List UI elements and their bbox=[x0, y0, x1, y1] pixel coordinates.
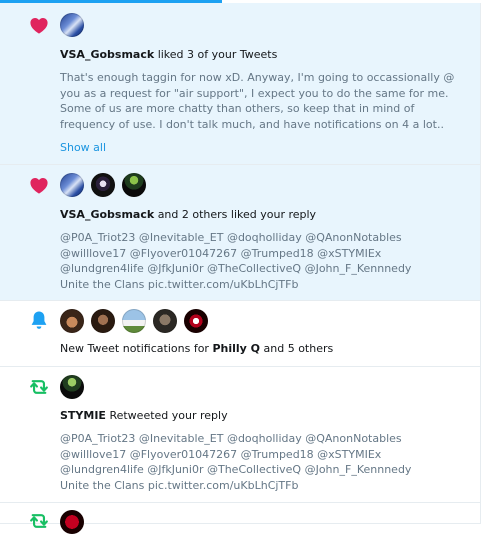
notification-action: Retweeted your reply bbox=[109, 409, 228, 422]
notification-item[interactable]: New Tweet notifications for Philly Q and… bbox=[0, 301, 480, 367]
notifications-feed: VSA_Gobsmack liked 3 of your Tweets That… bbox=[0, 3, 481, 534]
tweet-text: @P0A_Triot23 @Inevitable_ET @doqholliday… bbox=[60, 230, 468, 292]
tweet-link-text[interactable]: Unite the Clans pic.twitter.com/uKbLhCjT… bbox=[60, 277, 468, 293]
bell-icon bbox=[28, 309, 50, 331]
user-name-link[interactable]: Philly Q bbox=[212, 342, 260, 355]
user-name-link[interactable]: STYMIE bbox=[60, 409, 106, 422]
show-all-link[interactable]: Show all bbox=[60, 141, 106, 154]
mentions-text: @P0A_Triot23 @Inevitable_ET @doqholliday… bbox=[60, 432, 412, 476]
avatar[interactable] bbox=[60, 173, 84, 197]
notification-headline: New Tweet notifications for Philly Q and… bbox=[60, 342, 333, 355]
notification-item[interactable]: VSA_Gobsmack and 2 others liked your rep… bbox=[0, 165, 480, 301]
avatar[interactable] bbox=[153, 309, 177, 333]
avatar[interactable] bbox=[91, 173, 115, 197]
avatar[interactable] bbox=[60, 13, 84, 37]
avatar[interactable] bbox=[60, 510, 84, 534]
avatar[interactable] bbox=[91, 309, 115, 333]
notification-action: and 2 others liked your reply bbox=[157, 208, 317, 221]
tweet-text: That's enough taggin for now xD. Anyway,… bbox=[60, 71, 455, 131]
avatar[interactable] bbox=[122, 309, 146, 333]
retweet-icon bbox=[28, 376, 50, 398]
mentions-text: @P0A_Triot23 @Inevitable_ET @doqholliday… bbox=[60, 231, 412, 275]
notification-item[interactable]: STYMIE Retweeted your reply @P0A_Triot23… bbox=[0, 367, 480, 503]
heart-icon bbox=[28, 14, 50, 36]
notification-headline: VSA_Gobsmack and 2 others liked your rep… bbox=[60, 208, 316, 221]
user-name-link[interactable]: VSA_Gobsmack bbox=[60, 48, 154, 61]
retweet-icon bbox=[28, 510, 50, 532]
user-name-link[interactable]: VSA_Gobsmack bbox=[60, 208, 154, 221]
tweet-text: @P0A_Triot23 @Inevitable_ET @doqholliday… bbox=[60, 431, 468, 493]
notification-suffix: and 5 others bbox=[263, 342, 334, 355]
notification-item[interactable]: VSA_Gobsmack liked 3 of your Tweets That… bbox=[0, 3, 480, 165]
avatar[interactable] bbox=[60, 375, 84, 399]
tweet-link-text[interactable]: Unite the Clans pic.twitter.com/uKbLhCjT… bbox=[60, 478, 468, 494]
notification-prefix: New Tweet notifications for bbox=[60, 342, 209, 355]
avatar[interactable] bbox=[184, 309, 208, 333]
avatar[interactable] bbox=[122, 173, 146, 197]
notification-action: liked 3 of your Tweets bbox=[157, 48, 278, 61]
heart-icon bbox=[28, 174, 50, 196]
notification-headline: STYMIE Retweeted your reply bbox=[60, 409, 228, 422]
notification-headline: VSA_Gobsmack liked 3 of your Tweets bbox=[60, 48, 277, 61]
avatar[interactable] bbox=[60, 309, 84, 333]
